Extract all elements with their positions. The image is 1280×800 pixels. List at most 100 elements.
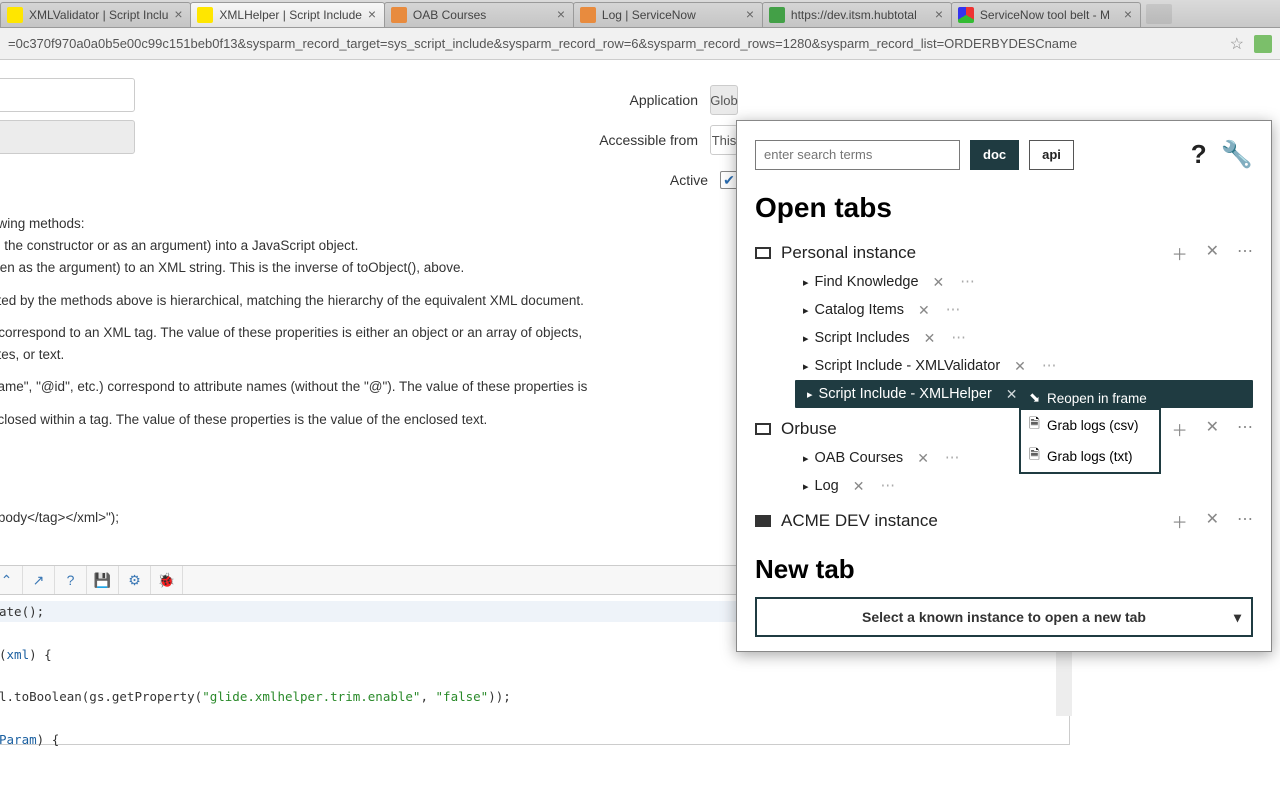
tab-label: OAB Courses — [413, 8, 551, 22]
more-icon[interactable]: ⋯ — [1042, 358, 1059, 374]
application-select[interactable]: Glob — [710, 85, 738, 115]
close-icon[interactable]: ✕ — [924, 330, 936, 347]
close-icon[interactable]: × — [172, 9, 184, 21]
description-text: owing methods: in the constructor or as … — [0, 215, 720, 531]
ctx-grab-logs-csv[interactable]: 🗎Grab logs (csv) — [1021, 410, 1159, 441]
extension-icon[interactable] — [1254, 35, 1272, 53]
close-icon[interactable]: ✕ — [853, 478, 865, 495]
tab-label: ServiceNow tool belt - M — [980, 8, 1118, 22]
accessible-from-select[interactable]: This — [710, 125, 738, 155]
group-name: ACME DEV instance — [781, 511, 938, 531]
toolbelt-popup: doc api ? 🔧 Open tabs Personal instance … — [736, 120, 1272, 652]
close-group-icon[interactable]: ✕ — [1206, 509, 1219, 533]
new-tab-heading: New tab — [755, 554, 1253, 585]
more-icon[interactable]: ⋯ — [960, 274, 977, 290]
browser-tab[interactable]: ServiceNow tool belt - M × — [951, 2, 1141, 27]
group-header-personal[interactable]: Personal instance ＋ ✕ ⋯ — [755, 238, 1253, 268]
tab-item[interactable]: ▸Find Knowledge✕⋯ — [755, 268, 1253, 296]
help-icon[interactable]: ? — [1191, 139, 1207, 170]
close-icon[interactable]: ✕ — [1006, 386, 1018, 403]
collapse-icon[interactable]: ⌃ — [0, 566, 23, 594]
instance-select[interactable]: Select a known instance to open a new ta… — [755, 597, 1253, 637]
close-icon[interactable]: ✕ — [1014, 358, 1026, 375]
instance-group: Personal instance ＋ ✕ ⋯ ▸Find Knowledge✕… — [755, 238, 1253, 408]
tab-label: https://dev.itsm.hubtotal — [791, 8, 929, 22]
close-icon[interactable]: × — [933, 9, 945, 21]
more-icon[interactable]: ⋯ — [945, 450, 962, 466]
bookmark-star-icon[interactable]: ☆ — [1230, 34, 1244, 54]
tab-label: XMLValidator | Script Inclu — [29, 8, 168, 22]
favicon — [580, 7, 596, 23]
application-label: Application — [630, 92, 699, 108]
browser-tab[interactable]: OAB Courses × — [384, 2, 574, 27]
group-header-acme[interactable]: ACME DEV instance ＋ ✕ ⋯ — [755, 506, 1253, 536]
save-icon[interactable]: 💾 — [87, 566, 119, 594]
syntax-check-icon[interactable]: ⚙ — [119, 566, 151, 594]
tab-item[interactable]: ▸OAB Courses✕⋯ — [755, 444, 1253, 472]
add-tab-icon[interactable]: ＋ — [1172, 417, 1188, 441]
group-name: Personal instance — [781, 243, 916, 263]
tab-item[interactable]: ▸Script Includes✕⋯ — [755, 324, 1253, 352]
group-header-orbuse[interactable]: Orbuse ＋ ✕ ⋯ — [755, 414, 1253, 444]
add-tab-icon[interactable]: ＋ — [1172, 241, 1188, 265]
close-icon[interactable]: ✕ — [933, 274, 945, 291]
close-icon[interactable]: × — [555, 9, 567, 21]
ctx-reopen-in-frame[interactable]: ⬊Reopen in frame — [1021, 386, 1159, 410]
tab-label: Log | ServiceNow — [602, 8, 740, 22]
favicon — [197, 7, 213, 23]
more-icon[interactable]: ⋯ — [946, 302, 963, 318]
name-input[interactable] — [0, 78, 135, 112]
more-icon[interactable]: ⋯ — [1237, 241, 1253, 265]
url-text[interactable]: =0c370f970a0a0b5e00c99c151beb0f13&syspar… — [8, 36, 1230, 51]
close-icon[interactable]: × — [1122, 9, 1134, 21]
more-icon[interactable]: ⋯ — [1237, 417, 1253, 441]
search-input[interactable] — [755, 140, 960, 170]
book-icon — [755, 247, 771, 259]
more-icon[interactable]: ⋯ — [1237, 509, 1253, 533]
close-icon[interactable]: ✕ — [918, 302, 930, 319]
book-icon — [755, 515, 771, 527]
form-left-inputs — [0, 78, 135, 162]
popout-icon[interactable]: ↗ — [23, 566, 55, 594]
doc-button[interactable]: doc — [970, 140, 1019, 170]
api-button[interactable]: api — [1029, 140, 1074, 170]
tab-label: XMLHelper | Script Include — [219, 8, 362, 22]
open-tabs-heading: Open tabs — [755, 192, 1253, 224]
settings-wrench-icon[interactable]: 🔧 — [1221, 139, 1253, 170]
help-icon[interactable]: ? — [55, 566, 87, 594]
close-icon[interactable]: ✕ — [917, 450, 929, 467]
close-group-icon[interactable]: ✕ — [1206, 417, 1219, 441]
tab-item[interactable]: ▸Script Include - XMLValidator✕⋯ — [755, 352, 1253, 380]
browser-tab[interactable]: https://dev.itsm.hubtotal × — [762, 2, 952, 27]
close-group-icon[interactable]: ✕ — [1206, 241, 1219, 265]
api-name-input[interactable] — [0, 120, 135, 154]
address-bar: =0c370f970a0a0b5e00c99c151beb0f13&syspar… — [0, 28, 1280, 60]
select-placeholder: Select a known instance to open a new ta… — [862, 609, 1146, 625]
accessible-from-label: Accessible from — [599, 132, 698, 148]
browser-tab-strip: XMLValidator | Script Inclu × XMLHelper … — [0, 0, 1280, 28]
more-icon[interactable]: ⋯ — [951, 330, 968, 346]
new-tab-button[interactable] — [1146, 4, 1172, 24]
context-menu: ⬊Reopen in frame 🗎Grab logs (csv) 🗎Grab … — [1019, 384, 1161, 474]
browser-tab[interactable]: Log | ServiceNow × — [573, 2, 763, 27]
favicon — [958, 7, 974, 23]
active-label: Active — [670, 172, 708, 188]
tab-item[interactable]: ▸Log✕⋯ — [755, 472, 1253, 500]
close-icon[interactable]: × — [744, 9, 756, 21]
more-icon[interactable]: ⋯ — [880, 478, 897, 494]
browser-tab-active[interactable]: XMLHelper | Script Include × — [190, 2, 385, 27]
favicon — [7, 7, 23, 23]
ctx-grab-logs-txt[interactable]: 🗎Grab logs (txt) — [1021, 441, 1159, 472]
instance-group: Orbuse ＋ ✕ ⋯ ▸OAB Courses✕⋯ ▸Log✕⋯ — [755, 414, 1253, 500]
instance-group: ACME DEV instance ＋ ✕ ⋯ — [755, 506, 1253, 536]
tab-item[interactable]: ▸Catalog Items✕⋯ — [755, 296, 1253, 324]
close-icon[interactable]: × — [366, 9, 378, 21]
favicon — [769, 7, 785, 23]
group-name: Orbuse — [781, 419, 837, 439]
add-tab-icon[interactable]: ＋ — [1172, 509, 1188, 533]
browser-tab[interactable]: XMLValidator | Script Inclu × — [0, 2, 191, 27]
favicon — [391, 7, 407, 23]
form-right-column: Application Glob Accessible from This Ac… — [538, 80, 738, 200]
debug-icon[interactable]: 🐞 — [151, 566, 183, 594]
book-icon — [755, 423, 771, 435]
